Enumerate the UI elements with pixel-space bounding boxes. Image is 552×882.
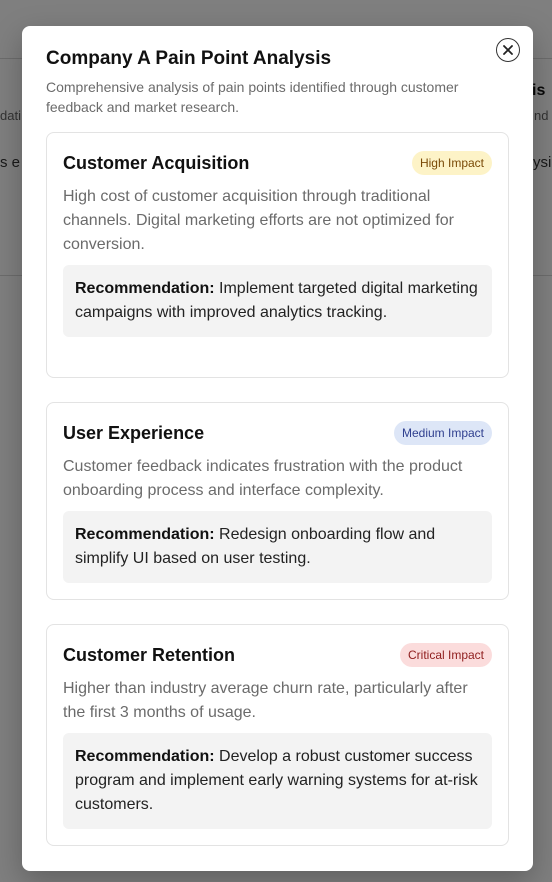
recommendation-box: Recommendation: Redesign onboarding flow…: [63, 511, 492, 583]
pain-point-card-user-experience: User Experience Medium Impact Customer f…: [46, 402, 509, 600]
impact-badge: Medium Impact: [393, 421, 492, 445]
pain-point-modal: Company A Pain Point Analysis Comprehens…: [22, 26, 533, 871]
pain-point-card-customer-retention: Customer Retention Critical Impact Highe…: [46, 624, 509, 846]
close-button[interactable]: [496, 38, 520, 62]
impact-badge: High Impact: [411, 151, 492, 175]
modal-subtitle: Comprehensive analysis of pain points id…: [46, 79, 459, 115]
recommendation-label: Recommendation:: [75, 280, 215, 297]
recommendation-label: Recommendation:: [75, 748, 215, 765]
card-title: Customer Acquisition: [63, 153, 250, 173]
card-title: Customer Retention: [63, 645, 236, 665]
impact-badge: Critical Impact: [399, 643, 492, 667]
card-description: Customer feedback indicates frustration …: [63, 458, 463, 499]
card-description: Higher than industry average churn rate,…: [63, 680, 468, 721]
recommendation-box: Recommendation: Develop a robust custome…: [63, 733, 492, 829]
recommendation-label: Recommendation:: [75, 526, 215, 543]
card-title: User Experience: [63, 423, 205, 443]
pain-point-card-customer-acquisition: Customer Acquisition High Impact High co…: [46, 132, 509, 378]
modal-title: Company A Pain Point Analysis: [46, 48, 332, 69]
card-description: High cost of customer acquisition throug…: [63, 188, 455, 253]
recommendation-box: Recommendation: Implement targeted digit…: [63, 265, 492, 337]
close-icon: [503, 45, 513, 55]
